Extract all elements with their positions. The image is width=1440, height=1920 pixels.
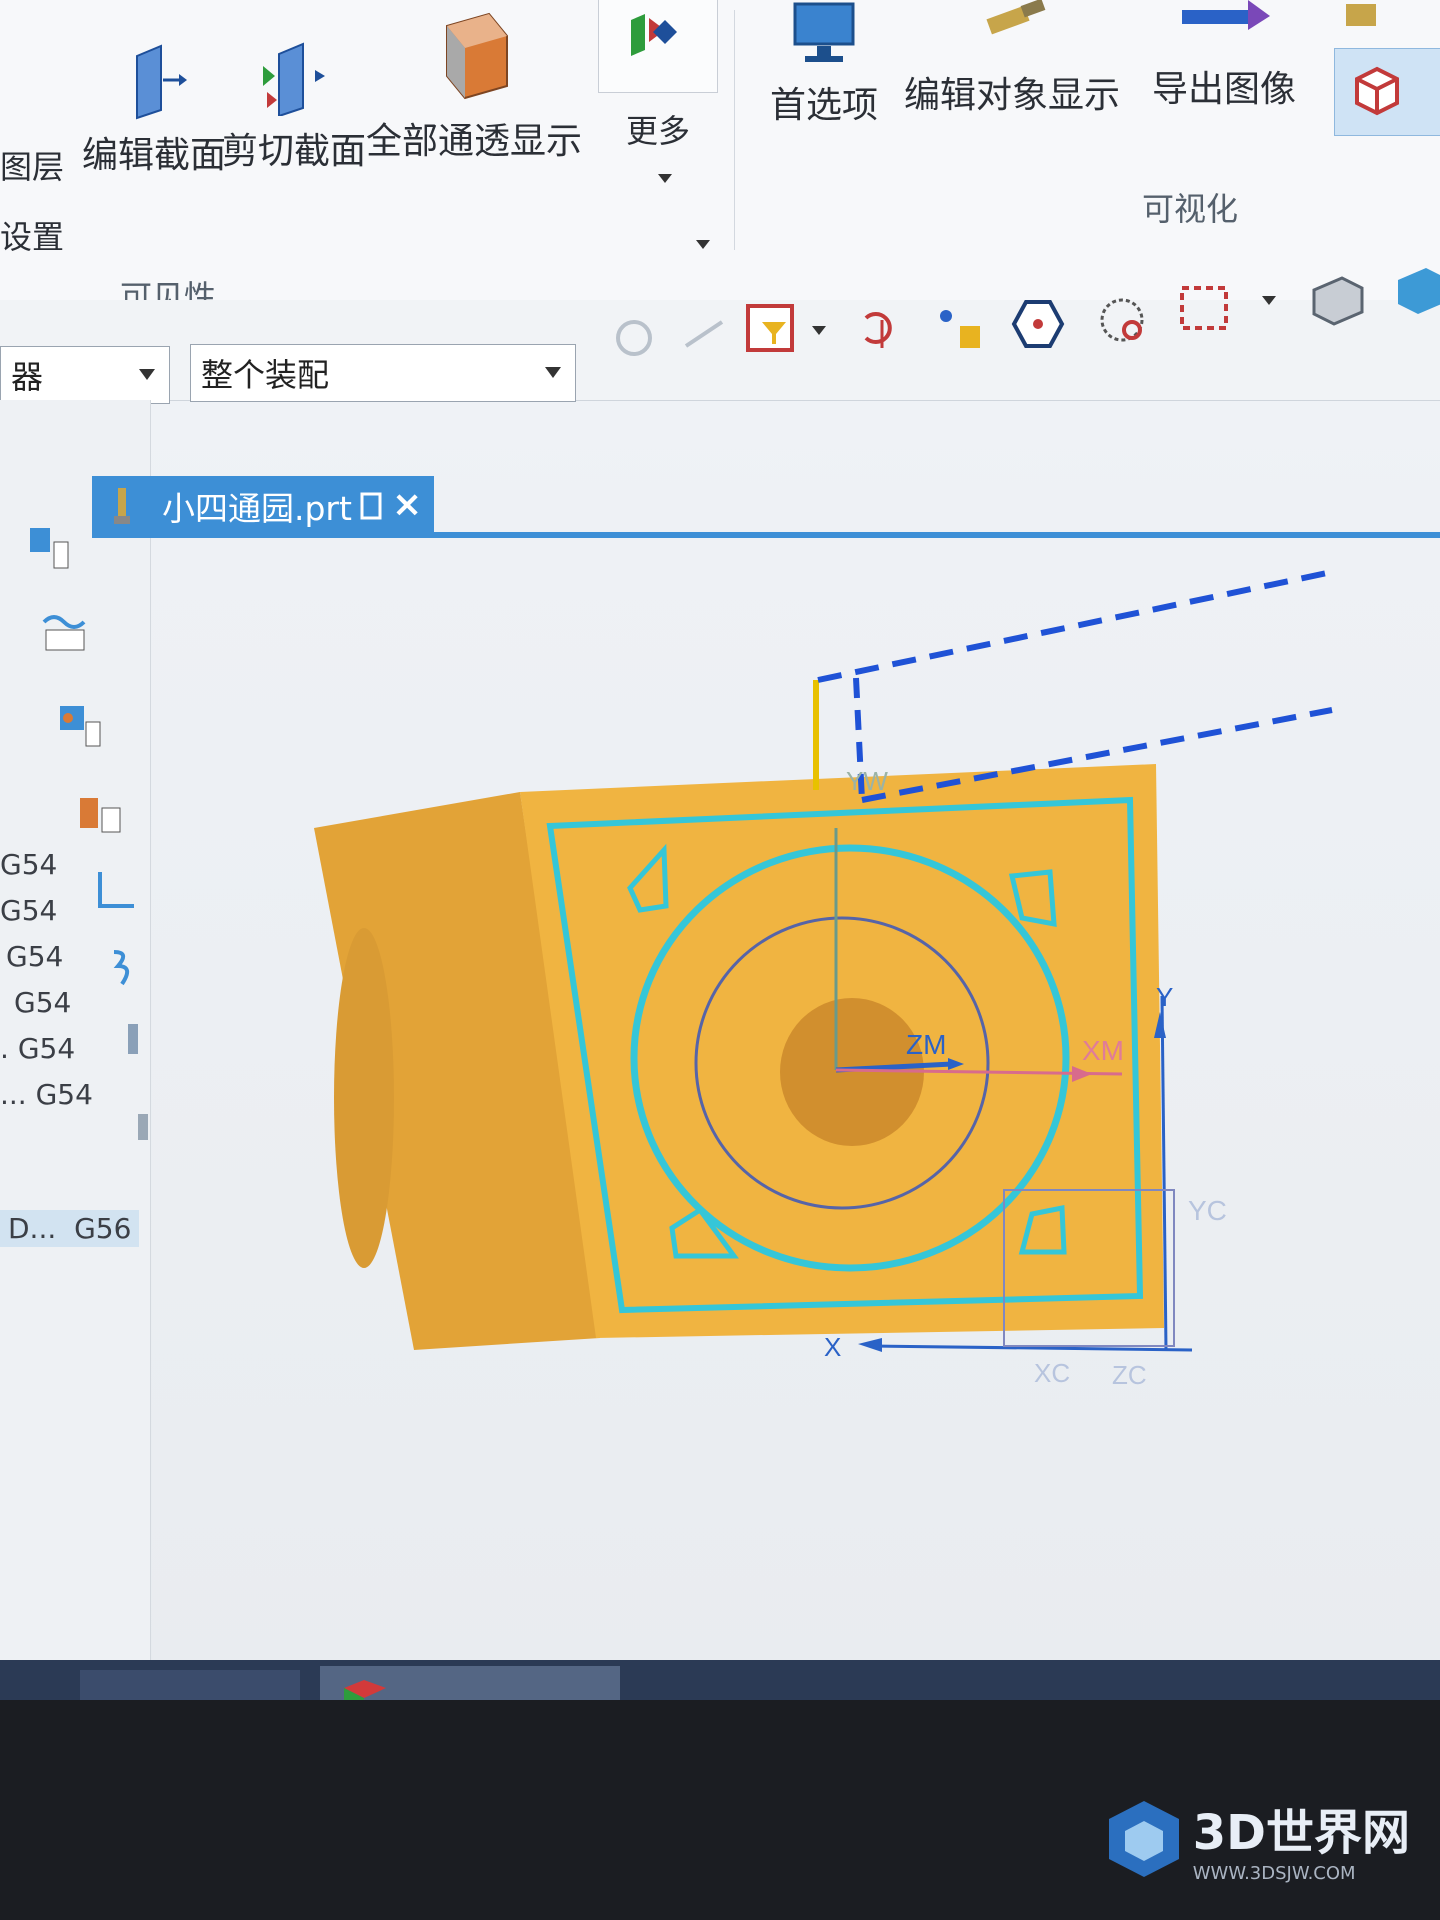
monitor-icon: [793, 2, 855, 62]
snap-point-disabled-icon[interactable]: [676, 306, 732, 362]
ribbon: 图层 设置 编辑截面 剪切截面 全部通透显示 更多 可见性 首选项 编辑对象显示…: [0, 0, 1440, 316]
list-item[interactable]: . G54: [0, 1032, 75, 1065]
y-label: Y: [1156, 982, 1173, 1012]
more-dropdown-arrow[interactable]: [658, 174, 672, 183]
chevron-down-icon[interactable]: [139, 369, 155, 380]
edit-section-button[interactable]: 编辑截面: [82, 40, 226, 178]
list-item[interactable]: G54: [0, 848, 57, 881]
xm-label: XM: [1082, 1035, 1124, 1066]
more-icon-box: [598, 0, 718, 93]
part-file-icon: [114, 488, 130, 524]
watermark-brand: 3D世界网: [1192, 1805, 1410, 1861]
export-image-button[interactable]: 导出图像: [1152, 0, 1296, 112]
list-item[interactable]: G54: [6, 940, 63, 973]
3d-world-logo-icon: [1108, 1800, 1179, 1877]
assembly-navigator-icon[interactable]: [26, 522, 76, 572]
wire-body-icon[interactable]: [1390, 260, 1440, 316]
yc-label: YC: [1188, 1195, 1227, 1226]
graphics-window[interactable]: YW ZM XM Y YC X XC ZC: [152, 538, 1440, 1700]
constraint-navigator-icon[interactable]: [40, 608, 90, 658]
navigator-panel: G54 G54 G54 G54 . G54 ... G54 D... G56: [0, 400, 180, 1700]
rotate-select-icon[interactable]: [852, 300, 908, 356]
clip-section-icon: [263, 42, 325, 116]
watermark-url: WWW.3DSJW.COM: [1192, 1863, 1356, 1884]
history-icon[interactable]: [104, 944, 154, 994]
more-gallery-icon: [631, 14, 677, 56]
assembly-scope-combo[interactable]: 整个装配: [190, 344, 576, 402]
list-item[interactable]: G54: [14, 986, 71, 1019]
visualization-group-label: 可视化: [1142, 190, 1239, 228]
preferences-button[interactable]: 首选项: [770, 0, 878, 128]
settings-button[interactable]: 设置: [0, 212, 64, 258]
x-arrow: [858, 1338, 882, 1352]
chevron-down-icon[interactable]: [545, 367, 561, 378]
dashed-box-top: [817, 569, 1333, 683]
box-select-dropdown-arrow[interactable]: [1262, 296, 1276, 305]
group-divider: [734, 10, 735, 250]
nx-app-icon: [344, 1680, 386, 1700]
edit-object-display-button[interactable]: 编辑对象显示: [904, 0, 1120, 118]
reuse-library-icon[interactable]: [76, 788, 126, 838]
edit-section-icon: [136, 44, 187, 120]
part-navigator-icon[interactable]: [56, 700, 106, 750]
shaded-cube-icon: [1355, 66, 1399, 116]
select-features-icon[interactable]: [932, 300, 988, 356]
snap-disabled-icon[interactable]: [606, 310, 662, 366]
zm-label: ZM: [906, 1029, 946, 1060]
type-filter-combo[interactable]: 器: [0, 346, 170, 404]
more-button[interactable]: 更多: [626, 106, 690, 152]
model-view[interactable]: YW ZM XM Y YC X XC ZC: [152, 538, 1440, 1700]
export-image-icon: [1182, 0, 1270, 30]
sphere-snap-icon[interactable]: [1096, 292, 1152, 348]
group-expand-arrow[interactable]: [696, 240, 710, 249]
brush-icon: [986, 0, 1046, 35]
layer-button[interactable]: 图层: [0, 142, 64, 188]
taskbar-item[interactable]: [80, 1670, 300, 1700]
site-watermark: 3D世界网 WWW.3DSJW.COM: [1107, 1793, 1410, 1884]
list-item-selected[interactable]: D... G56: [0, 1210, 140, 1247]
selection-toolbar: 器 整个装配: [0, 268, 1440, 404]
zc-label: ZC: [1112, 1360, 1147, 1390]
box-select-icon[interactable]: [1176, 280, 1232, 336]
display-mode-button[interactable]: [1334, 48, 1440, 136]
part-boss: [334, 928, 394, 1268]
wrench-icon: [1336, 0, 1440, 40]
tab-part-file[interactable]: 小四通园.prt ×: [92, 476, 434, 536]
windows-taskbar: [0, 1660, 1440, 1700]
filter-icon[interactable]: [744, 300, 800, 356]
taskbar-item-nx[interactable]: [320, 1666, 620, 1700]
list-item[interactable]: G54: [0, 894, 57, 927]
list-item[interactable]: ... G54: [0, 1078, 93, 1111]
show-all-button[interactable]: 全部通透显示: [366, 6, 582, 164]
yw-label: YW: [846, 766, 888, 796]
clip-section-button[interactable]: 剪切截面: [222, 36, 366, 174]
xc-label: XC: [1034, 1358, 1070, 1388]
hexagon-snap-icon[interactable]: [1010, 296, 1066, 352]
nx-screen: 图层 设置 编辑截面 剪切截面 全部通透显示 更多 可见性 首选项 编辑对象显示…: [0, 0, 1440, 1700]
hd3d-tools-icon[interactable]: [92, 864, 142, 914]
show-all-icon: [446, 12, 508, 100]
shaded-body-icon[interactable]: [1306, 270, 1370, 326]
filter-dropdown-arrow[interactable]: [812, 326, 826, 335]
close-icon[interactable]: ×: [392, 484, 422, 525]
modified-file-icon: [360, 492, 382, 520]
x-label: X: [824, 1332, 841, 1362]
